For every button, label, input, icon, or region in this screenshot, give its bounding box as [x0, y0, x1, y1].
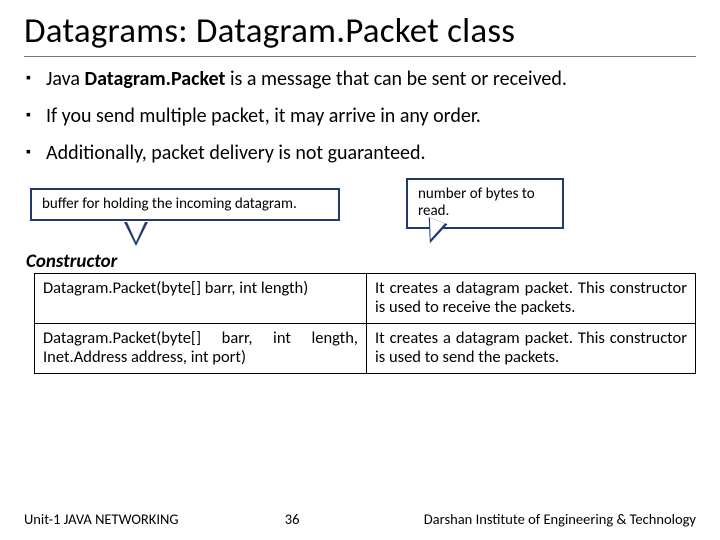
bullet-text: If you send multiple packet, it may arri…: [46, 104, 481, 128]
bullet-item: Additionally, packet delivery is not gua…: [24, 141, 696, 166]
footer-institution: Darshan Institute of Engineering & Techn…: [424, 510, 696, 528]
callout-pointer-fill: [127, 222, 145, 242]
bullet-text-rest: is a message that can be sent or receive…: [225, 67, 567, 91]
table-row: Datagram.Packet(byte[] barr, int length,…: [35, 323, 696, 373]
bullet-list: Java Datagram.Packet is a message that c…: [24, 67, 696, 166]
page-title: Datagrams: Datagram.Packet class: [24, 10, 696, 52]
callout-row: buffer for holding the incoming datagram…: [24, 178, 696, 248]
bullet-text-bold: Datagram.Packet: [84, 67, 225, 91]
bullet-text-prefix: Java: [46, 67, 84, 91]
footer-unit: Unit-1 JAVA NETWORKING: [24, 510, 179, 528]
table-heading: Constructor: [26, 250, 696, 273]
bullet-item: Java Datagram.Packet is a message that c…: [24, 67, 696, 92]
constructor-signature: Datagram.Packet(byte[] barr, int length): [35, 274, 367, 324]
bullet-item: If you send multiple packet, it may arri…: [24, 104, 696, 129]
title-divider: [24, 56, 696, 57]
footer-page-number: 36: [161, 510, 424, 528]
footer: Unit-1 JAVA NETWORKING 36 Darshan Instit…: [0, 510, 720, 528]
constructor-table: Datagram.Packet(byte[] barr, int length)…: [34, 273, 696, 374]
constructor-description: It creates a datagram packet. This const…: [367, 323, 696, 373]
constructor-signature: Datagram.Packet(byte[] barr, int length,…: [35, 323, 367, 373]
slide: Datagrams: Datagram.Packet class Java Da…: [0, 0, 720, 540]
table-row: Datagram.Packet(byte[] barr, int length)…: [35, 274, 696, 324]
bullet-text: Additionally, packet delivery is not gua…: [46, 141, 426, 165]
callout-buffer: buffer for holding the incoming datagram…: [30, 188, 340, 221]
constructor-description: It creates a datagram packet. This const…: [367, 274, 696, 324]
